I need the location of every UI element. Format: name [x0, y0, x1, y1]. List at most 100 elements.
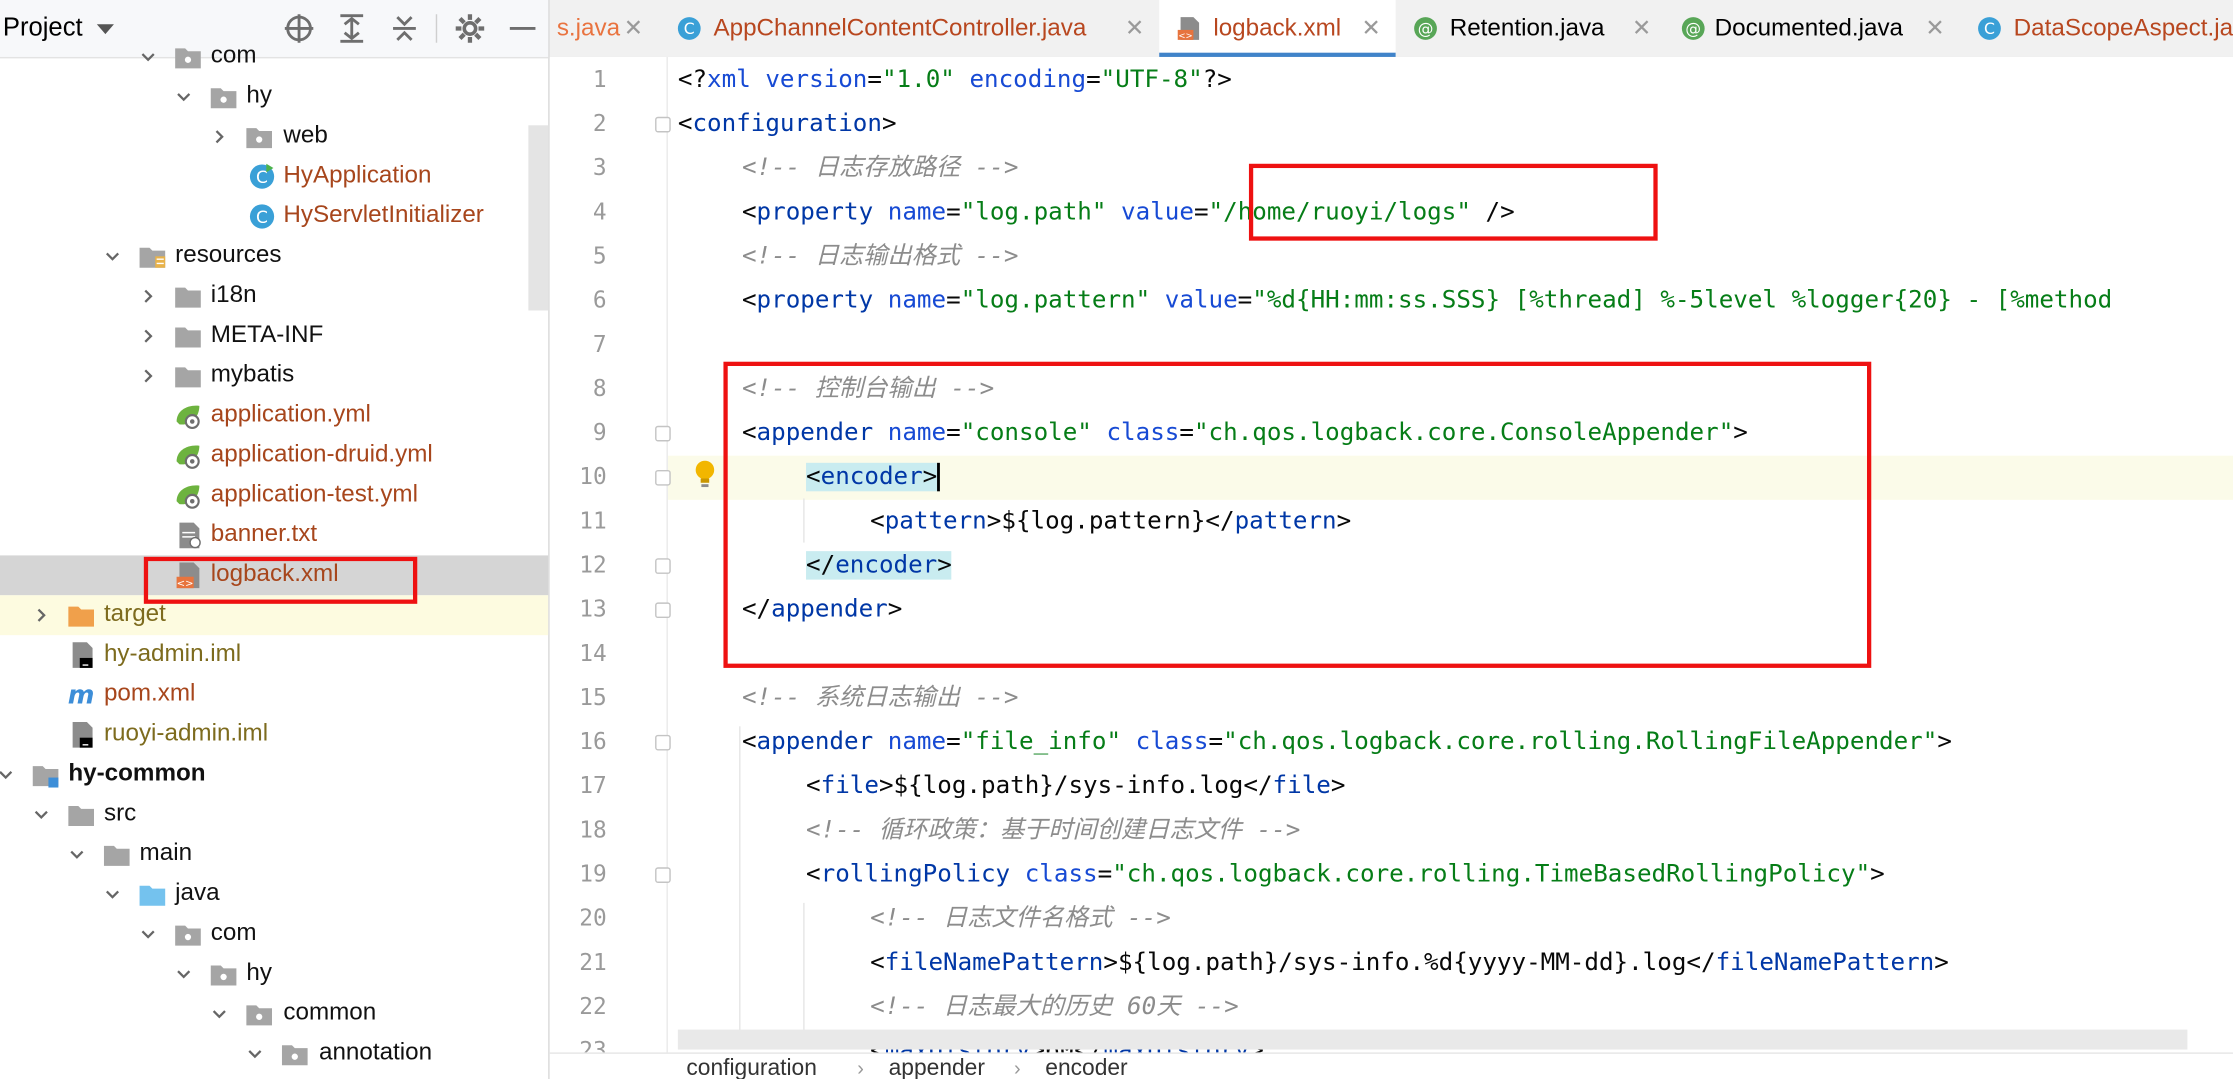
chevron-down-icon[interactable] [209, 1004, 229, 1024]
code-editor[interactable]: 1 2 3 4 5 6 7 8 9 10 11 12 13 14 15 16 1… [549, 56, 2233, 1079]
tree-item-label: hy-admin.iml [103, 639, 242, 667]
chevron-right-icon[interactable] [138, 326, 158, 346]
tab-s-java[interactable]: s.java ✕ [550, 0, 650, 57]
breadcrumb-item[interactable]: configuration [686, 1057, 816, 1079]
chevron-down-icon[interactable] [138, 47, 158, 67]
tree-item-java[interactable]: java [0, 874, 548, 914]
breadcrumb-item[interactable]: encoder [1045, 1057, 1127, 1079]
line-number: 14 [579, 639, 607, 667]
code-line-18: <!-- 循环政策：基于时间创建日志文件 --> [806, 816, 1301, 845]
code-line-6: <property name="log.pattern" value="%d{H… [741, 286, 2113, 315]
fold-marker-icon[interactable] [655, 602, 671, 619]
module-file-icon [72, 642, 93, 668]
code-line-1: <?xml version="1.0" encoding="UTF-8"?> [677, 65, 1232, 94]
breadcrumb: configuration › appender › encoder [549, 1052, 2233, 1079]
line-number: 4 [592, 197, 607, 226]
tree-item-label: mybatis [210, 360, 295, 388]
chevron-down-icon[interactable] [31, 805, 51, 825]
tree-item-src[interactable]: src [0, 795, 548, 835]
tree-item-hyapplication[interactable]: C HyApplication [0, 157, 548, 197]
tree-item-resources[interactable]: resources [0, 236, 548, 276]
tree-item-label: main [139, 838, 193, 866]
svg-text:<>: <> [1178, 31, 1192, 41]
chevron-down-icon[interactable] [103, 246, 123, 266]
tree-item-application-test-yml[interactable]: application-test.yml [0, 476, 548, 516]
fold-marker-icon[interactable] [655, 116, 671, 133]
chevron-down-icon[interactable] [138, 924, 158, 944]
tree-item-web[interactable]: web [0, 117, 548, 157]
highlight-box-console-appender [723, 361, 1872, 668]
package-icon [210, 88, 237, 109]
tree-item-annotation[interactable]: annotation [0, 1034, 548, 1074]
project-scrollbar[interactable] [528, 125, 549, 311]
chevron-right-icon[interactable] [31, 605, 51, 625]
close-icon[interactable]: ✕ [1125, 14, 1144, 42]
code-line-22: <!-- 日志最大的历史 60天 --> [870, 992, 1239, 1022]
tree-item-hy-admin-iml[interactable]: hy-admin.iml [0, 635, 548, 675]
fold-marker-icon[interactable] [655, 425, 671, 442]
fold-marker-icon[interactable] [655, 734, 671, 751]
fold-marker-icon[interactable] [655, 558, 671, 574]
tree-item-label: common [283, 998, 377, 1026]
tree-item-label: web [283, 121, 328, 149]
tree-item-ruoyi-admin-iml[interactable]: ruoyi-admin.iml [0, 715, 548, 755]
spring-config-icon [176, 485, 200, 509]
svg-text:@: @ [1418, 19, 1434, 38]
tree-item-com[interactable]: com [0, 914, 548, 954]
svg-text:@: @ [1685, 19, 1701, 38]
close-icon[interactable]: ✕ [1632, 14, 1651, 42]
chevron-right-icon[interactable] [138, 366, 158, 386]
tree-item-i18n[interactable]: i18n [0, 276, 548, 316]
close-icon[interactable]: ✕ [1925, 14, 1944, 42]
horizontal-scrollbar[interactable] [677, 1029, 2188, 1050]
maven-icon: m [68, 681, 95, 709]
chevron-right-icon: › [857, 1056, 864, 1079]
tree-item-com[interactable]: com [0, 37, 548, 77]
chevron-right-icon[interactable] [138, 286, 158, 306]
chevron-right-icon: › [1013, 1056, 1021, 1079]
close-icon[interactable]: ✕ [624, 14, 643, 42]
line-gutter: 1 2 3 4 5 6 7 8 9 10 11 12 13 14 15 16 1… [549, 56, 671, 1079]
tree-item-hy[interactable]: hy [0, 77, 548, 117]
tree-item-label: pom.xml [103, 679, 196, 707]
chevron-down-icon[interactable] [174, 87, 194, 107]
tree-item-common[interactable]: common [0, 994, 548, 1034]
tab-datascopeaspect[interactable]: C DataScopeAspect.ja [1962, 0, 2233, 57]
close-icon[interactable]: ✕ [1361, 14, 1380, 42]
editor-tabs: s.java ✕ C AppChannelContentController.j… [549, 0, 2233, 59]
tree-item-hyservletinitializer[interactable]: C HyServletInitializer [0, 197, 548, 237]
tree-item-hy[interactable]: hy [0, 954, 548, 994]
annotation-icon: @ [1681, 17, 1705, 40]
tree-item-main[interactable]: main [0, 835, 548, 875]
chevron-down-icon[interactable] [245, 1044, 265, 1064]
tree-item-application-yml[interactable]: application.yml [0, 396, 548, 436]
tree-item-banner-txt[interactable]: banner.txt [0, 516, 548, 556]
breadcrumb-item[interactable]: appender [889, 1057, 985, 1079]
chevron-down-icon[interactable] [67, 844, 87, 864]
fold-marker-icon[interactable] [655, 469, 671, 486]
tree-item-pom-xml[interactable]: m pom.xml [0, 675, 548, 715]
chevron-down-icon[interactable] [96, 24, 114, 35]
tab-documented-java[interactable]: @ Documented.java ✕ [1666, 0, 1959, 57]
package-icon [175, 925, 201, 946]
tab-appchannelcontentcontroller[interactable]: C AppChannelContentController.java ✕ [666, 0, 1157, 57]
tree-item-meta-inf[interactable]: META-INF [0, 316, 548, 356]
chevron-right-icon[interactable] [209, 127, 229, 147]
tree-item-application-druid-yml[interactable]: application-druid.yml [0, 436, 548, 476]
tab-retention-java[interactable]: @ Retention.java ✕ [1398, 0, 1663, 57]
line-number: 15 [579, 683, 607, 711]
tree-item-label: banner.txt [210, 519, 318, 547]
highlight-box-logback [143, 556, 418, 604]
tab-label: AppChannelContentController.java [713, 14, 1087, 42]
tree-item-mybatis[interactable]: mybatis [0, 356, 548, 396]
tree-item-label: i18n [210, 280, 257, 308]
tab-logback-xml[interactable]: <> logback.xml ✕ [1159, 0, 1396, 57]
chevron-down-icon[interactable] [174, 964, 194, 984]
module-folder-icon [32, 766, 59, 788]
annotation-icon: @ [1414, 17, 1437, 40]
tree-item-label: application.yml [210, 400, 371, 428]
fold-marker-icon[interactable] [655, 867, 671, 883]
tree-item-hy-common[interactable]: hy-common [0, 755, 548, 795]
chevron-down-icon[interactable] [0, 765, 16, 785]
chevron-down-icon[interactable] [103, 884, 123, 904]
